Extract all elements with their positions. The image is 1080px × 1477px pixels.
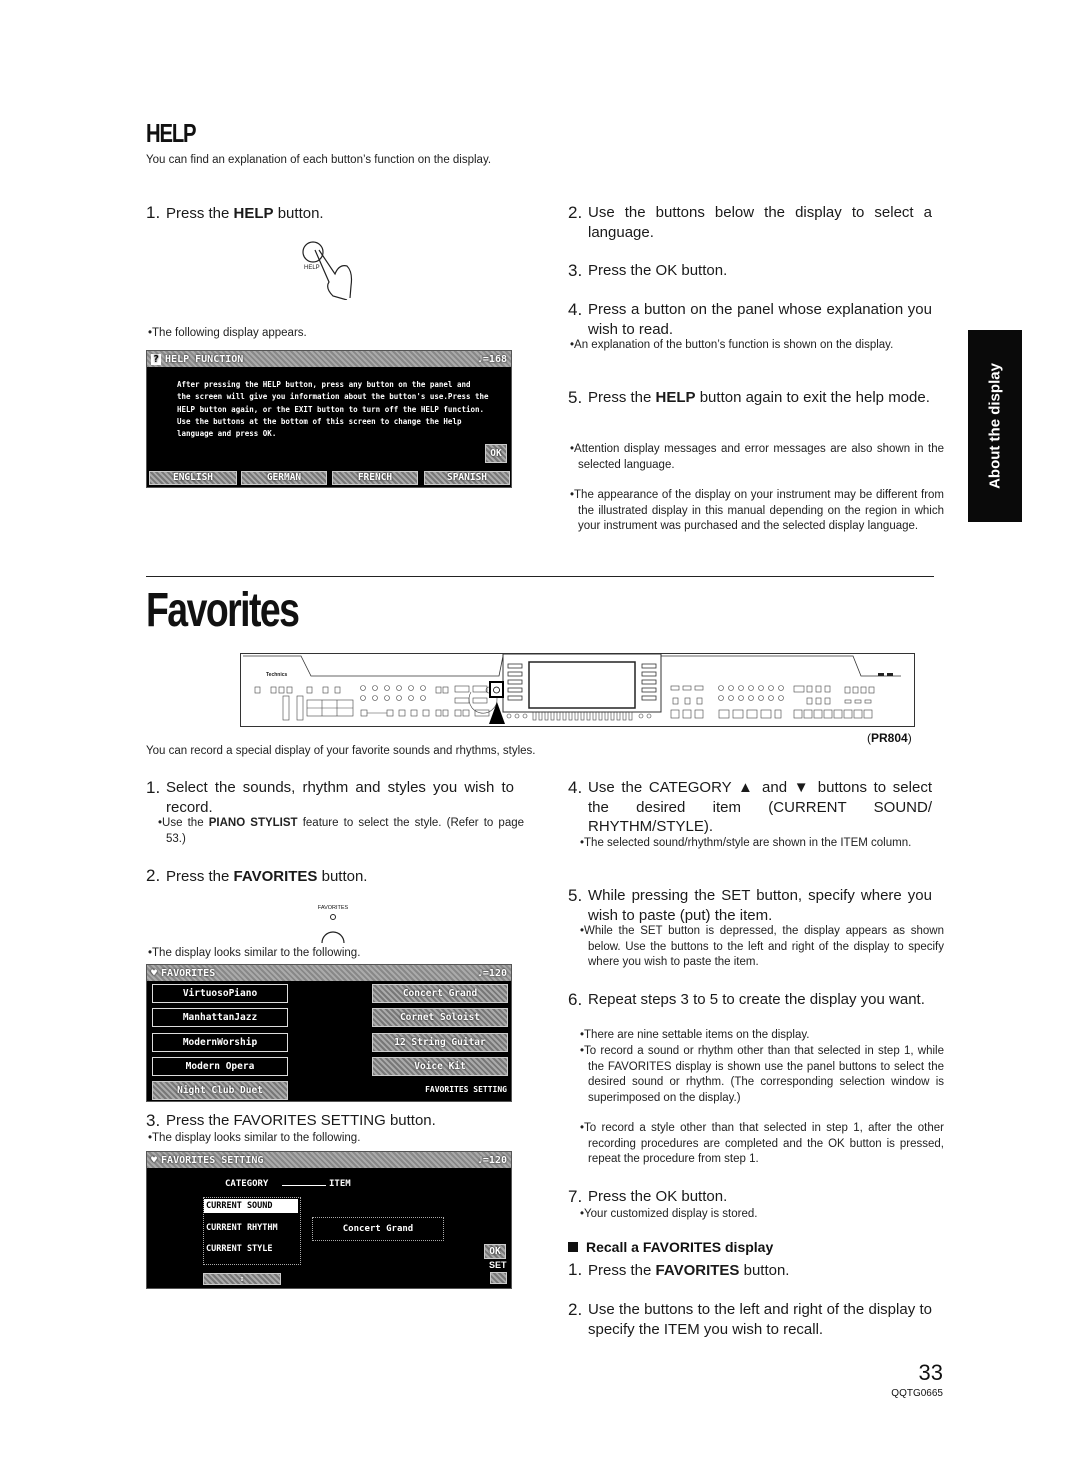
favorites-step-6-note-3: To record a style other than that select… <box>578 1121 944 1168</box>
favorites-button-icon <box>321 914 345 944</box>
favorite-slot-right-1[interactable]: Concert Grand <box>372 984 508 1003</box>
help-step-1: 1. Press the HELP button. <box>146 203 324 222</box>
favorite-slot-left-3[interactable]: ModernWorship <box>152 1033 288 1052</box>
language-english-button[interactable]: ENGLISH <box>149 471 237 485</box>
step-number: 1. <box>146 203 161 222</box>
favorite-slot-right-4[interactable]: Voice Kit <box>372 1057 508 1076</box>
tempo-readout: ♩=120 <box>476 967 507 979</box>
help-step-4-note: An explanation of the button’s function … <box>568 338 944 354</box>
favorites-step-6-note-2: To record a sound or rhythm other than t… <box>578 1044 944 1106</box>
category-current-sound[interactable]: CURRENT SOUND <box>204 1199 298 1213</box>
favorite-slot-left-4[interactable]: Modern Opera <box>152 1057 288 1076</box>
favorite-slot-left-1[interactable]: VirtuosoPiano <box>152 984 288 1003</box>
tempo-readout: ♩=120 <box>476 1154 507 1166</box>
help-note-display: The following display appears. <box>146 326 526 342</box>
help-step-5: 5. Press the HELP button again to exit th… <box>568 388 930 407</box>
favorites-step-4-note: The selected sound/rhythm/style are show… <box>578 836 944 852</box>
recall-step-2: 2. Use the buttons to the left and right … <box>568 1300 932 1338</box>
favorites-step-7: 7. Press the OK button. <box>568 1187 728 1206</box>
category-item-connector <box>282 1185 326 1186</box>
favorites-button-illustration: FAVORITES <box>312 905 354 949</box>
ok-button[interactable]: OK <box>485 444 507 463</box>
up-down-arrow-icon: ⇕ <box>239 1274 245 1283</box>
hand-press-help-icon: HELP <box>302 241 353 300</box>
help-function-screen: ? HELP FUNCTION ♩=168 After pressing the … <box>146 350 512 488</box>
favorite-slot-left-2[interactable]: ManhattanJazz <box>152 1008 288 1027</box>
page-number: 33 <box>918 1360 943 1385</box>
favorites-step-3-note: The display looks similar to the followi… <box>146 1131 526 1147</box>
hand-label: HELP <box>304 265 320 271</box>
help-step-3: 3. Press the OK button. <box>568 261 728 280</box>
favorites-screen: ♥ FAVORITES ♩=120 VirtuosoPiano Manhattan… <box>146 964 512 1102</box>
recall-step-1: 1. Press the FAVORITES button. <box>568 1260 790 1279</box>
set-button[interactable] <box>490 1272 507 1284</box>
favorites-setting-screen: ♥ FAVORITES SETTING ♩=120 CATEGORY ITEM C… <box>146 1151 512 1289</box>
recall-heading: Recall a FAVORITES display <box>568 1239 773 1255</box>
item-label: ITEM <box>329 1179 351 1189</box>
favorite-slot-right-2[interactable]: Cornet Soloist <box>372 1008 508 1027</box>
favorites-step-5: 5. While pressing the SET button, specify… <box>568 886 932 924</box>
panel-drawing: Technics <box>243 653 901 724</box>
language-french-button[interactable]: FRENCH <box>332 471 418 485</box>
favorites-step-5-note: While the SET button is depressed, the d… <box>578 924 944 971</box>
favorites-setting-button[interactable]: FAVORITES SETTING <box>407 1081 507 1098</box>
language-german-button[interactable]: GERMAN <box>241 471 327 485</box>
document-code: QQTG0665 <box>891 1388 943 1399</box>
favorite-slot-left-5[interactable]: Night Club Duet <box>152 1081 288 1100</box>
instrument-panel-illustration: Technics <box>240 653 915 727</box>
favorites-step-2-note: The display looks similar to the followi… <box>146 946 526 962</box>
favorites-intro: You can record a special display of your… <box>146 745 536 757</box>
favorites-step-1-note: Use the PIANO STYLIST feature to select … <box>156 816 524 847</box>
help-step-4: 4. Press a button on the panel whose expl… <box>568 300 932 338</box>
favorites-icon: ♥ <box>151 967 158 979</box>
item-value: Concert Grand <box>312 1217 444 1241</box>
favorites-step-2: 2. Press the FAVORITES button. <box>146 866 368 885</box>
tempo-readout: ♩=168 <box>476 353 507 365</box>
help-heading: HELP <box>146 118 197 148</box>
favorites-step-4: 4. Use the CATEGORY ▲ and ▼ buttons to se… <box>568 778 932 835</box>
set-label: SET <box>489 1260 507 1270</box>
favorites-step-7-note: Your customized display is stored. <box>578 1207 944 1223</box>
category-updown-button[interactable]: ⇕ <box>203 1273 281 1285</box>
category-label: CATEGORY <box>225 1179 269 1189</box>
svg-text:Technics: Technics <box>266 672 288 678</box>
category-current-rhythm[interactable]: CURRENT RHYTHM <box>204 1220 298 1237</box>
screen-title-bar: ♥ FAVORITES ♩=120 <box>147 965 511 981</box>
favorites-heading: Favorites <box>146 584 300 637</box>
help-body: After pressing the HELP button, press an… <box>177 380 489 439</box>
square-bullet-icon <box>568 1242 578 1252</box>
screen-title-bar: ♥ FAVORITES SETTING ♩=120 <box>147 1152 511 1168</box>
help-step-2: 2. Use the buttons below the display to s… <box>568 203 932 241</box>
model-label: (PR804) <box>867 731 912 745</box>
favorites-step-6-note-1: There are nine settable items on the dis… <box>578 1028 944 1044</box>
section-divider <box>146 576 934 577</box>
help-intro: You can find an explanation of each butt… <box>146 154 492 166</box>
help-step-5-note-1: Attention display messages and error mes… <box>568 442 944 473</box>
help-step-5-note-2: The appearance of the display on your in… <box>568 488 944 535</box>
language-spanish-button[interactable]: SPANISH <box>424 471 510 485</box>
favorites-step-3: 3. Press the FAVORITES SETTING button. <box>146 1111 436 1130</box>
favorites-step-6: 6. Repeat steps 3 to 5 to create the disp… <box>568 990 925 1009</box>
ok-button[interactable]: OK <box>484 1244 506 1259</box>
favorite-slot-right-3[interactable]: 12 String Guitar <box>372 1033 508 1052</box>
section-side-tab: About the display <box>968 330 1022 522</box>
screen-title-bar: ? HELP FUNCTION ♩=168 <box>147 351 511 367</box>
favorites-icon: ♥ <box>151 1154 158 1166</box>
category-current-style[interactable]: CURRENT STYLE <box>204 1241 298 1258</box>
favorites-step-1: 1. Select the sounds, rhythm and styles y… <box>146 778 514 816</box>
question-icon: ? <box>151 353 162 365</box>
favorites-button-highlight <box>489 681 504 698</box>
